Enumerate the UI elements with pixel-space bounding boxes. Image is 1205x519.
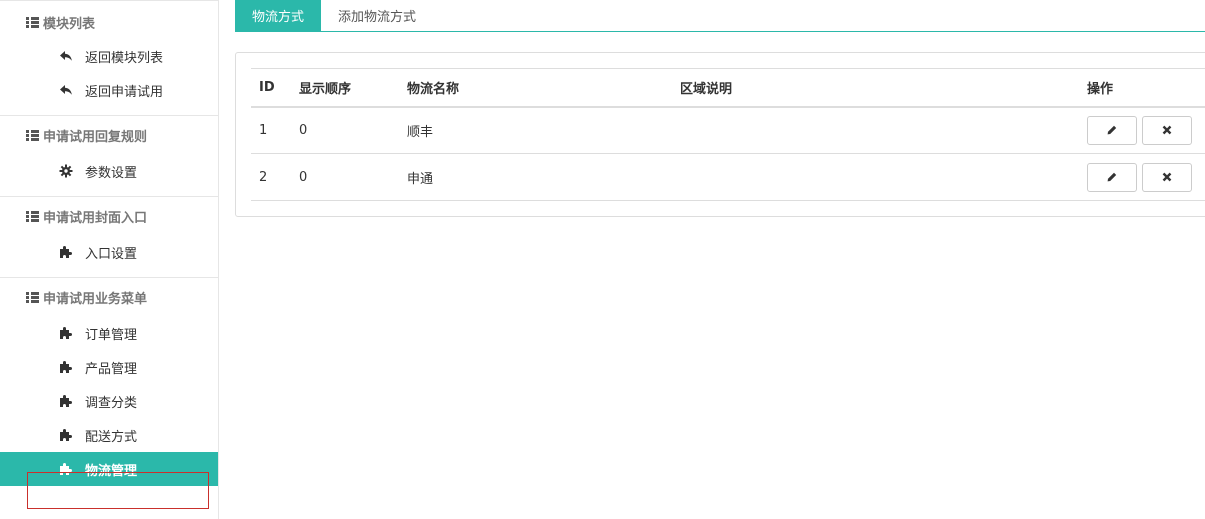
group-title-text: 申请试用封面入口 [43, 210, 148, 226]
table-header-row: ID 显示顺序 物流名称 区域说明 操作 [251, 68, 1205, 108]
sidebar-group-reply-rules: 申请试用回复规则 参数设置 [0, 115, 218, 196]
sidebar-item-entry-settings[interactable]: 入口设置 [0, 235, 218, 269]
main-content: 物流方式 添加物流方式 ID 显示顺序 物流名称 区域说明 操作 1 0 顺丰 … [235, 0, 1205, 519]
sidebar-group-title: 申请试用回复规则 [0, 116, 218, 154]
sidebar-item-back-module-list[interactable]: 返回模块列表 [0, 39, 218, 73]
reply-icon [59, 83, 73, 97]
cell-display-order: 0 [291, 106, 399, 154]
sidebar-group-title: 申请试用封面入口 [0, 197, 218, 235]
cell-logistics-name: 顺丰 [399, 106, 672, 154]
list-icon [26, 16, 39, 28]
puzzle-icon [59, 394, 73, 408]
list-icon [26, 129, 39, 141]
sidebar-item-label: 配送方式 [85, 429, 138, 445]
edit-button[interactable] [1087, 115, 1137, 145]
delete-button[interactable] [1142, 115, 1193, 145]
puzzle-icon [59, 462, 73, 476]
puzzle-icon [59, 245, 73, 259]
sidebar-item-delivery-method[interactable]: 配送方式 [0, 418, 218, 452]
sidebar-item-label: 入口设置 [85, 246, 138, 262]
edit-button[interactable] [1087, 162, 1137, 192]
header-id: ID [251, 68, 291, 108]
puzzle-icon [59, 360, 73, 374]
cell-logistics-name: 申通 [399, 153, 672, 201]
cell-region-description [672, 153, 1079, 201]
tab-add-logistics-method[interactable]: 添加物流方式 [321, 0, 433, 31]
cell-display-order: 0 [291, 153, 399, 201]
sidebar-item-label: 参数设置 [85, 165, 138, 181]
pencil-icon [1107, 172, 1117, 182]
sidebar-item-label: 订单管理 [85, 327, 138, 343]
sidebar-item-survey-category[interactable]: 调查分类 [0, 384, 218, 418]
sidebar-group-title: 申请试用业务菜单 [0, 278, 218, 316]
sidebar-item-back-apply-trial[interactable]: 返回申请试用 [0, 73, 218, 107]
header-logistics-name: 物流名称 [399, 68, 672, 108]
cell-operations [1079, 106, 1205, 154]
sidebar-group-cover-entry: 申请试用封面入口 入口设置 [0, 196, 218, 277]
sidebar-item-label: 返回模块列表 [85, 50, 164, 66]
sidebar-item-order-management[interactable]: 订单管理 [0, 316, 218, 350]
table-row: 1 0 顺丰 [251, 106, 1205, 154]
cell-id: 1 [251, 106, 291, 154]
tab-bar: 物流方式 添加物流方式 [235, 0, 1205, 32]
reply-icon [59, 49, 73, 63]
header-operations: 操作 [1079, 68, 1205, 108]
sidebar-item-label: 产品管理 [85, 361, 138, 377]
header-display-order: 显示顺序 [291, 68, 399, 108]
group-title-text: 申请试用回复规则 [43, 129, 148, 145]
puzzle-icon [59, 326, 73, 340]
sidebar-item-label: 调查分类 [85, 395, 138, 411]
logistics-table-panel: ID 显示顺序 物流名称 区域说明 操作 1 0 顺丰 2 0 申通 [235, 52, 1205, 217]
sidebar-item-parameter-settings[interactable]: 参数设置 [0, 154, 218, 188]
list-icon [26, 210, 39, 222]
pencil-icon [1107, 126, 1117, 135]
delete-button[interactable] [1142, 162, 1193, 192]
gear-icon [59, 164, 73, 178]
list-icon [26, 291, 39, 303]
tab-logistics-methods[interactable]: 物流方式 [235, 0, 322, 31]
sidebar-item-label: 物流管理 [85, 463, 138, 479]
sidebar-item-label: 返回申请试用 [85, 84, 164, 100]
cell-operations [1079, 153, 1205, 201]
cell-region-description [672, 106, 1079, 154]
sidebar: 模块列表 返回模块列表 返回申请试用 申请试用回复规则 参数设置 申请试用封面入… [0, 0, 219, 519]
logistics-table: ID 显示顺序 物流名称 区域说明 操作 1 0 顺丰 2 0 申通 [251, 68, 1205, 201]
cell-id: 2 [251, 153, 291, 201]
group-title-text: 申请试用业务菜单 [43, 291, 148, 307]
table-row: 2 0 申通 [251, 153, 1205, 201]
sidebar-group-business-menu: 申请试用业务菜单 订单管理 产品管理 调查分类 配送方式 物流管理 [0, 277, 218, 486]
sidebar-group-module-list: 模块列表 返回模块列表 返回申请试用 [0, 0, 218, 115]
close-icon [1162, 172, 1172, 182]
page: 模块列表 返回模块列表 返回申请试用 申请试用回复规则 参数设置 申请试用封面入… [0, 0, 1205, 519]
header-region-description: 区域说明 [672, 68, 1079, 108]
sidebar-item-product-management[interactable]: 产品管理 [0, 350, 218, 384]
sidebar-group-title: 模块列表 [0, 5, 218, 39]
puzzle-icon [59, 428, 73, 442]
group-title-text: 模块列表 [43, 16, 96, 32]
close-icon [1162, 125, 1172, 135]
sidebar-item-logistics-management[interactable]: 物流管理 [0, 452, 218, 486]
